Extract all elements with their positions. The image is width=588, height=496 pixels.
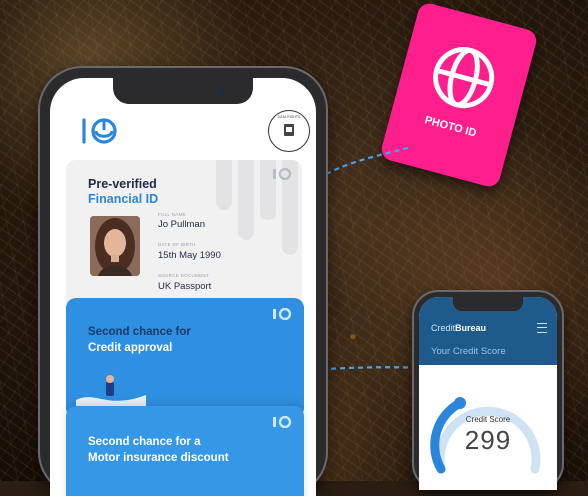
field-value-name: Jo Pullman <box>158 219 205 230</box>
field-label-source: SOURCE DOCUMENT <box>158 273 210 278</box>
credit-score-label: Credit Score <box>465 415 511 424</box>
portrait-illustration <box>90 216 140 276</box>
card-subtitle: Credit approval <box>88 342 173 354</box>
card-logo-icon <box>273 168 292 180</box>
profile-photo <box>90 216 140 276</box>
globe-icon <box>433 47 495 109</box>
decor-stripe <box>216 160 232 210</box>
card-title: Pre-verified <box>88 177 157 191</box>
hamburger-menu-icon[interactable] <box>537 323 547 333</box>
phone-notch <box>113 78 253 104</box>
decor-stripe <box>238 160 254 240</box>
brand-bold: Bureau <box>455 323 487 333</box>
credit-approval-card[interactable]: Second chance for Credit approval <box>66 298 304 418</box>
credit-bureau-phone: CreditBureau Your Credit Score Credit Sc… <box>412 290 564 490</box>
card-logo-icon <box>273 416 292 428</box>
app-logo-icon[interactable] <box>80 116 122 146</box>
credit-score-value: 299 <box>464 425 512 455</box>
main-phone-screen: DATA RIGHTS Pre-verified Financial ID FU… <box>50 78 316 496</box>
credit-bureau-screen: CreditBureau Your Credit Score Credit Sc… <box>419 297 557 490</box>
data-rights-badge: DATA RIGHTS <box>268 110 310 152</box>
field-value-source: UK Passport <box>158 281 212 292</box>
brand-light: Credit <box>431 323 456 333</box>
credit-bureau-logo[interactable]: CreditBureau <box>431 323 486 333</box>
card-subtitle: Financial ID <box>88 192 159 206</box>
field-label-dob: DATE OF BIRTH <box>158 242 196 247</box>
card-logo-icon <box>273 308 292 320</box>
field-value-dob: 15th May 1990 <box>158 250 221 261</box>
camera-dot <box>217 87 225 95</box>
card-title: Second chance for <box>88 326 191 338</box>
main-phone: DATA RIGHTS Pre-verified Financial ID FU… <box>38 66 328 496</box>
credit-score-heading: Your Credit Score <box>431 346 506 357</box>
badge-top-text: DATA RIGHTS <box>277 115 301 119</box>
phone-notch <box>453 297 523 311</box>
shield-icon <box>284 124 294 136</box>
field-label-name: FULL NAME <box>158 212 186 217</box>
motor-insurance-card[interactable]: Second chance for a Motor insurance disc… <box>66 406 304 496</box>
financial-id-card[interactable]: Pre-verified Financial ID FULL NAME Jo P… <box>66 160 302 310</box>
card-title: Second chance for a <box>88 436 201 448</box>
card-subtitle: Motor insurance discount <box>88 452 229 464</box>
